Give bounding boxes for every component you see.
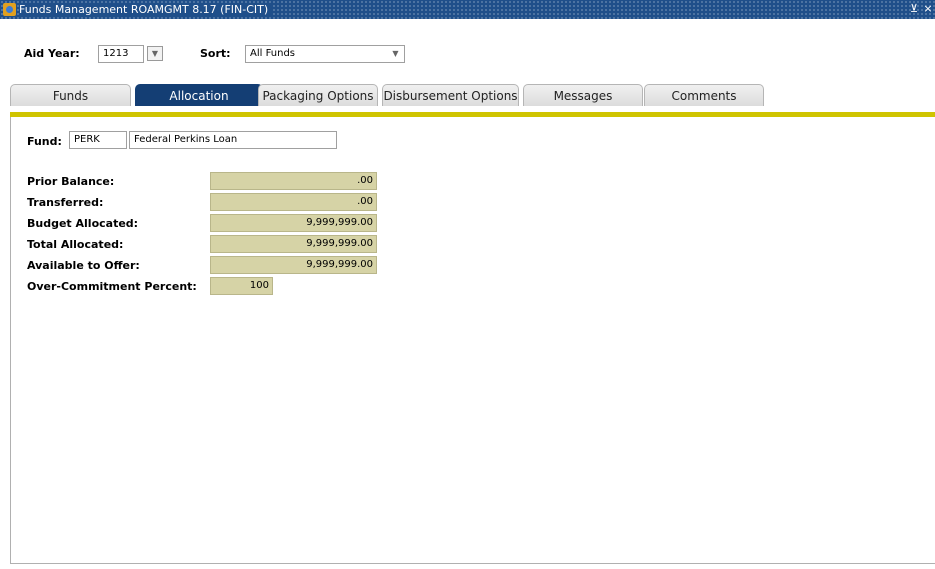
fund-code-input[interactable]: PERK	[69, 131, 127, 149]
available-to-offer-label: Available to Offer:	[27, 259, 140, 272]
aid-year-lookup-button[interactable]: ▼	[147, 46, 163, 61]
tab-comments[interactable]: Comments	[644, 84, 764, 106]
budget-allocated-label: Budget Allocated:	[27, 217, 139, 230]
window-title-bar: Funds Management ROAMGMT 8.17 (FIN-CIT) …	[0, 0, 935, 19]
prior-balance-label: Prior Balance:	[27, 175, 115, 188]
aid-year-input[interactable]: 1213	[98, 45, 144, 63]
tab-funds[interactable]: Funds	[10, 84, 131, 106]
available-to-offer-field: 9,999,999.00	[210, 256, 377, 274]
tab-disbursement-options[interactable]: Disbursement Options	[382, 84, 519, 106]
sort-selected-value: All Funds	[250, 48, 296, 59]
app-icon	[3, 3, 16, 16]
total-allocated-label: Total Allocated:	[27, 238, 124, 251]
minimize-icon[interactable]: ⊻	[909, 2, 919, 15]
aid-year-label: Aid Year:	[24, 47, 80, 60]
window-controls: ⊻ ×	[909, 2, 933, 15]
allocation-panel: Fund: PERK Federal Perkins Loan Prior Ba…	[10, 117, 935, 564]
tab-packaging-options[interactable]: Packaging Options	[258, 84, 378, 106]
fund-label: Fund:	[27, 135, 62, 148]
fund-description-field: Federal Perkins Loan	[129, 131, 337, 149]
chevron-down-icon: ▼	[392, 49, 399, 58]
over-commitment-percent-field: 100	[210, 277, 273, 295]
tab-allocation[interactable]: Allocation	[135, 84, 263, 106]
tab-bar: Funds Allocation Packaging Options Disbu…	[10, 84, 935, 106]
transferred-label: Transferred:	[27, 196, 104, 209]
sort-label: Sort:	[200, 47, 231, 60]
tab-messages[interactable]: Messages	[523, 84, 643, 106]
key-block: Aid Year: 1213 ▼ Sort: All Funds ▼	[0, 19, 935, 83]
over-commitment-percent-label: Over-Commitment Percent:	[27, 280, 197, 293]
sort-select[interactable]: All Funds ▼	[245, 45, 405, 63]
transferred-field: .00	[210, 193, 377, 211]
prior-balance-field: .00	[210, 172, 377, 190]
close-icon[interactable]: ×	[923, 2, 933, 15]
window-title: Funds Management ROAMGMT 8.17 (FIN-CIT)	[19, 3, 273, 16]
total-allocated-field: 9,999,999.00	[210, 235, 377, 253]
budget-allocated-field: 9,999,999.00	[210, 214, 377, 232]
